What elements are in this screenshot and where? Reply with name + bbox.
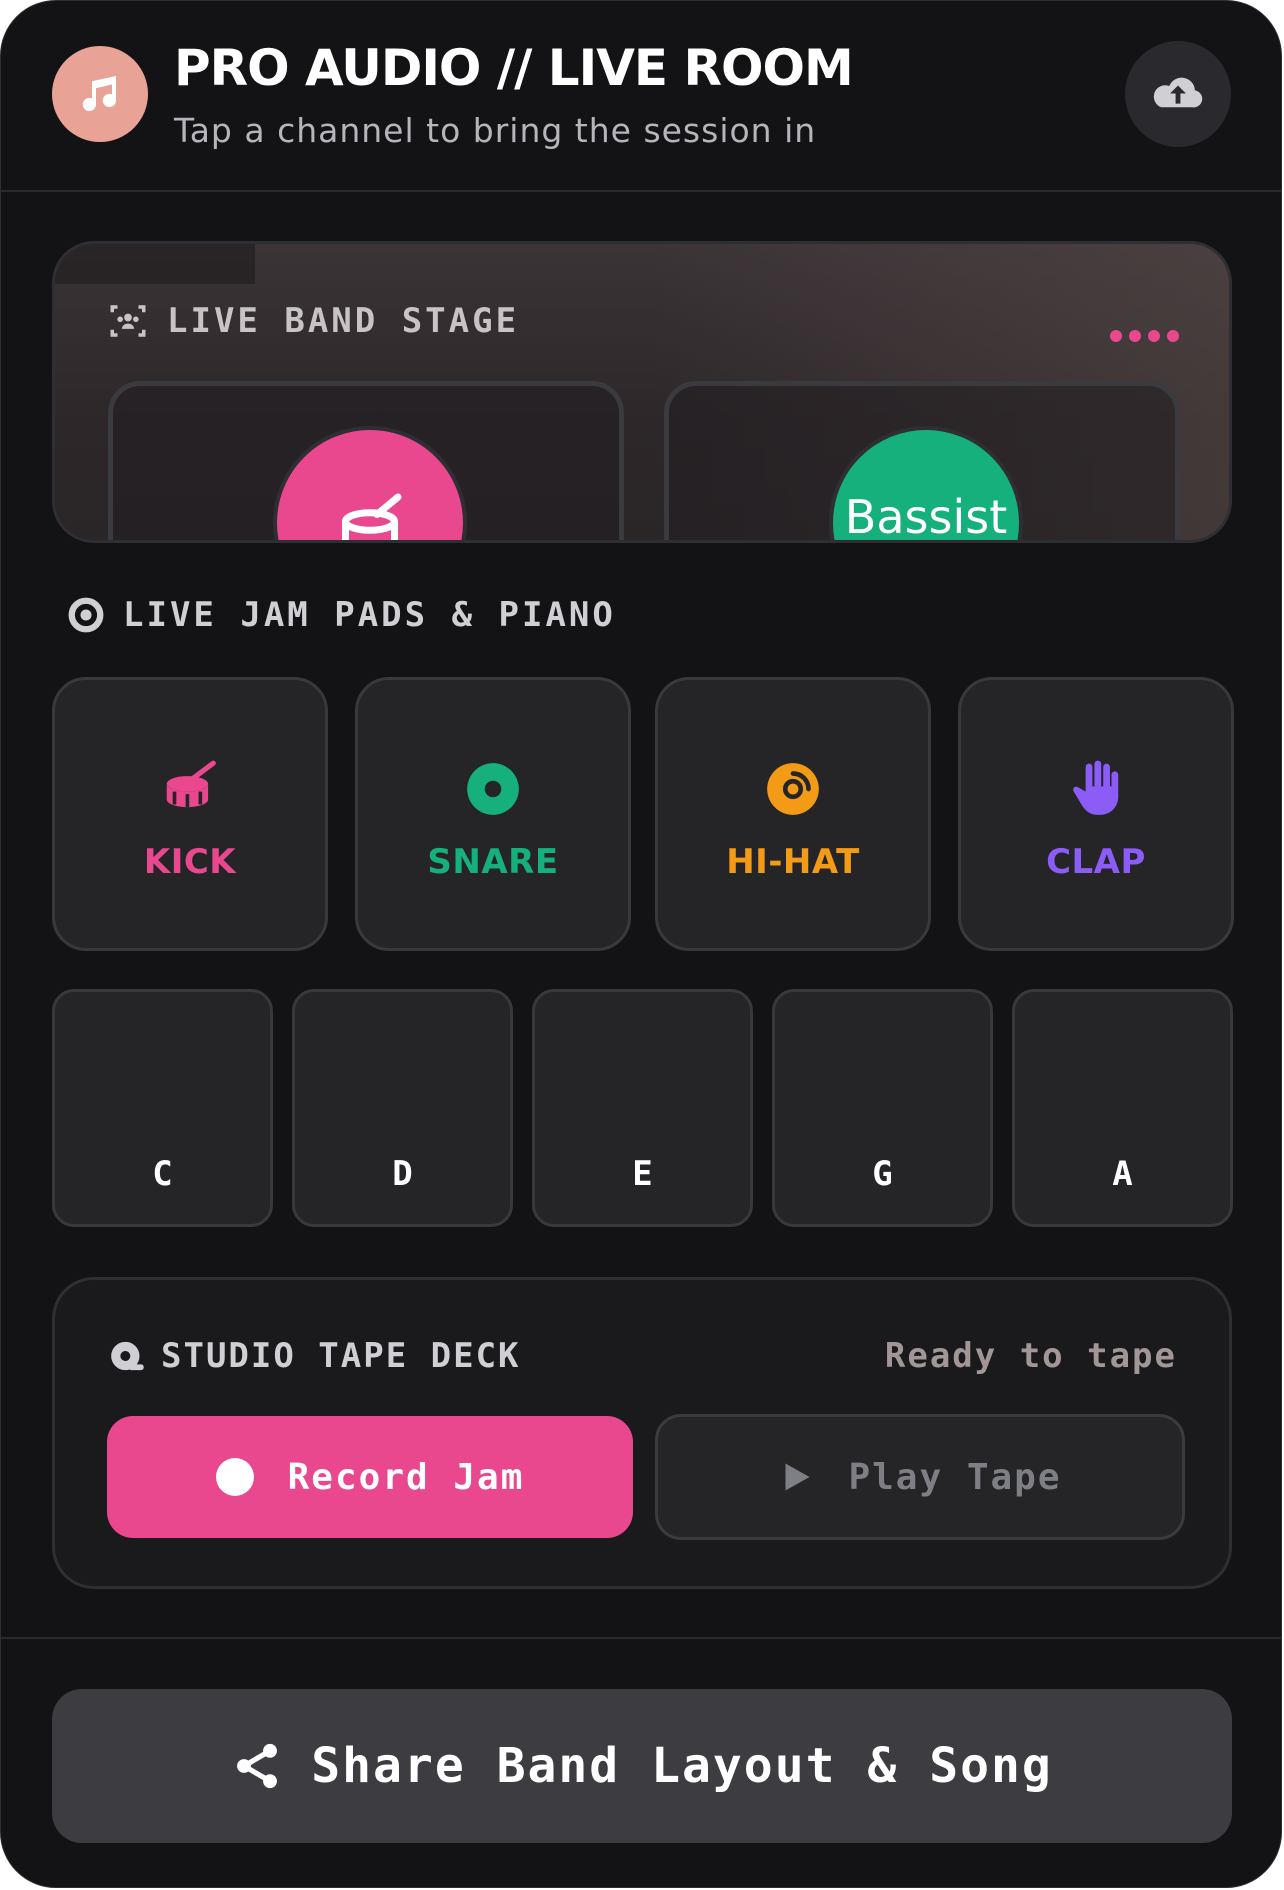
key-label: G — [872, 1154, 893, 1194]
avatar-bassist: Bassist — [829, 426, 1023, 543]
share-label: Share Band Layout & Song — [311, 1738, 1053, 1794]
dot — [1110, 330, 1122, 342]
piano-key-g[interactable]: G — [772, 989, 993, 1227]
app-logo — [52, 46, 148, 142]
tape-deck-title: STUDIO TAPE DECK — [161, 1336, 521, 1376]
page-subtitle: Tap a channel to bring the session in — [174, 111, 817, 150]
key-label: D — [392, 1154, 413, 1194]
play-icon — [785, 1463, 810, 1491]
tape-deck-panel: STUDIO TAPE DECK Ready to tape Record Ja… — [52, 1277, 1232, 1589]
pad-hi-hat[interactable]: HI-HAT — [655, 677, 931, 951]
key-label: E — [632, 1154, 653, 1194]
key-label: C — [152, 1154, 173, 1194]
key-label: A — [1112, 1154, 1133, 1194]
pad-label: CLAP — [1046, 842, 1146, 882]
dot — [1129, 330, 1141, 342]
pad-label: SNARE — [427, 842, 559, 882]
app-window: PRO AUDIO // LIVE ROOM Tap a channel to … — [0, 0, 1282, 1888]
cloud-upload-icon — [1153, 77, 1203, 108]
avatar-label: Bassist — [844, 490, 1008, 543]
pad-kick[interactable]: KICK — [52, 677, 328, 951]
share-icon — [237, 1743, 278, 1789]
share-button[interactable]: Share Band Layout & Song — [52, 1689, 1232, 1843]
piano-key-e[interactable]: E — [532, 989, 753, 1227]
play-tape-label: Play Tape — [848, 1456, 1062, 1498]
people-scan-icon — [110, 305, 146, 337]
tape-deck-header: STUDIO TAPE DECK — [107, 1336, 521, 1376]
cassette-icon — [111, 1341, 144, 1371]
record-jam-button[interactable]: Record Jam — [107, 1416, 633, 1538]
header: PRO AUDIO // LIVE ROOM Tap a channel to … — [1, 1, 1281, 192]
stage-title: LIVE BAND STAGE — [167, 301, 520, 341]
pad-label: KICK — [143, 842, 237, 882]
dot — [1148, 330, 1160, 342]
piano-key-d[interactable]: D — [292, 989, 513, 1227]
band-stage-panel: LIVE BAND STAGE Bassist — [52, 241, 1232, 543]
hand-icon — [1073, 760, 1119, 815]
stage-menu-dots[interactable] — [1110, 330, 1179, 342]
stage-header: LIVE BAND STAGE — [107, 300, 519, 342]
pad-label: HI-HAT — [726, 842, 860, 882]
cloud-upload-button[interactable] — [1125, 41, 1231, 147]
record-icon — [215, 1458, 254, 1496]
record-indicator-icon — [68, 597, 104, 633]
tape-deck-status: Ready to tape — [884, 1336, 1177, 1376]
footer: Share Band Layout & Song — [1, 1637, 1281, 1887]
record-disc-icon — [767, 763, 819, 815]
pads-section-title: LIVE JAM PADS & PIANO — [123, 595, 616, 635]
dot — [1167, 330, 1179, 342]
avatar-drummer — [273, 426, 467, 540]
piano-key-c[interactable]: C — [52, 989, 273, 1227]
drum-icon — [166, 760, 216, 808]
musician-card-drummer[interactable] — [108, 381, 624, 540]
musician-card-bassist[interactable]: Bassist — [664, 381, 1180, 543]
record-jam-label: Record Jam — [287, 1456, 525, 1498]
stage-backdrop-shade — [55, 244, 255, 284]
target-icon — [467, 763, 519, 815]
pad-snare[interactable]: SNARE — [355, 677, 631, 951]
pad-clap[interactable]: CLAP — [958, 677, 1234, 951]
drum-icon — [342, 493, 402, 540]
page-title: PRO AUDIO // LIVE ROOM — [174, 39, 854, 97]
play-tape-button[interactable]: Play Tape — [655, 1414, 1185, 1540]
music-note-icon — [82, 76, 117, 112]
piano-key-a[interactable]: A — [1012, 989, 1233, 1227]
pads-section-heading: LIVE JAM PADS & PIANO — [67, 595, 616, 635]
